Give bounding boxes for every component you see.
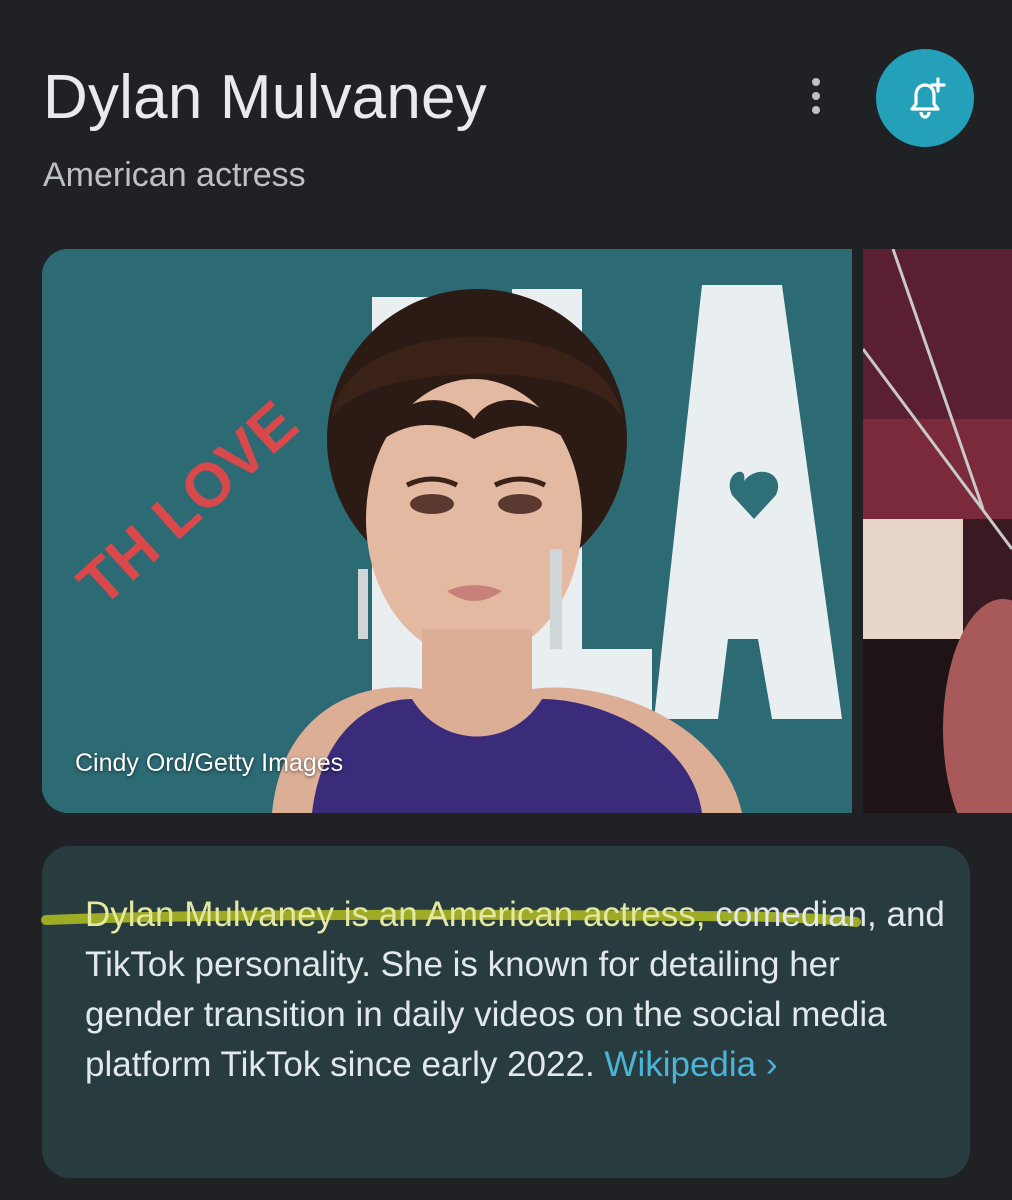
dot (812, 106, 820, 114)
description-text: Dylan Mulvaney is an American actress, c… (85, 890, 945, 1090)
page-title: Dylan Mulvaney (43, 63, 487, 132)
image-credit: Cindy Ord/Getty Images (75, 749, 344, 777)
next-photo[interactable] (863, 249, 1012, 813)
entity-subtitle: American actress (43, 156, 306, 194)
chevron-right-icon: › (765, 1045, 778, 1084)
portrait-image: TH LOVE (42, 249, 852, 813)
wikipedia-link-label: Wikipedia (604, 1045, 757, 1084)
description-first-line: Dylan Mulvaney is an American actress, (85, 895, 706, 934)
follow-button[interactable] (876, 49, 974, 147)
wikipedia-link[interactable]: Wikipedia › (604, 1045, 777, 1084)
image-carousel[interactable]: TH LOVE (0, 249, 1012, 813)
more-options-icon[interactable] (796, 72, 836, 120)
dot (812, 78, 820, 86)
main-photo[interactable]: TH LOVE (42, 249, 852, 813)
street-photo (863, 249, 1012, 813)
bell-plus-icon (910, 77, 946, 119)
dot (812, 92, 820, 100)
